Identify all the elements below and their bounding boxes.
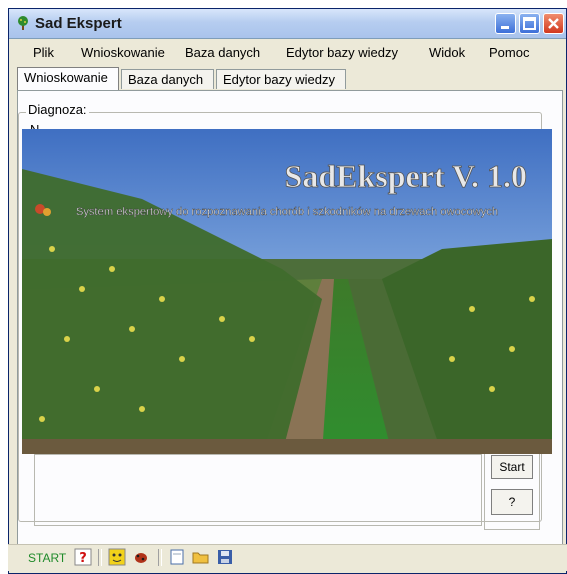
orchard-illustration: SadEkspert V. 1.0 System ekspertowy do r… <box>22 129 552 454</box>
splash-image: SadEkspert V. 1.0 System ekspertowy do r… <box>22 129 552 454</box>
title-bar[interactable]: Sad Ekspert <box>9 9 566 39</box>
toolbar-bottom: START ? <box>8 544 567 571</box>
separator <box>158 549 162 566</box>
menu-plik[interactable]: Plik <box>33 45 54 60</box>
splash-subtitle: System ekspertowy do rozpoznawania choró… <box>76 206 498 218</box>
tab-edytor-bazy-wiedzy[interactable]: Edytor bazy wiedzy <box>216 69 346 89</box>
menu-bar: Plik Wnioskowanie Baza danych Edytor baz… <box>9 40 566 64</box>
tab-strip: Wnioskowanie Baza danych Edytor bazy wie… <box>17 67 557 91</box>
start-status[interactable]: START <box>28 551 66 565</box>
face-icon[interactable] <box>108 548 126 566</box>
splash-title: SadEkspert V. 1.0 <box>285 158 527 194</box>
start-button[interactable]: Start <box>491 455 533 479</box>
menu-wnioskowanie[interactable]: Wnioskowanie <box>81 45 165 60</box>
minimize-button[interactable] <box>495 13 516 34</box>
separator <box>98 549 102 566</box>
question-icon[interactable]: ? <box>74 548 92 566</box>
new-document-icon[interactable] <box>168 548 186 566</box>
window-title: Sad Ekspert <box>35 15 122 32</box>
close-icon <box>548 18 559 29</box>
bug-icon[interactable] <box>132 548 150 566</box>
diagnosis-label: Diagnoza: <box>26 102 89 117</box>
menu-baza-danych[interactable]: Baza danych <box>185 45 260 60</box>
close-button[interactable] <box>543 13 564 34</box>
menu-widok[interactable]: Widok <box>429 45 465 60</box>
svg-text:?: ? <box>79 551 87 566</box>
maximize-icon <box>523 17 536 30</box>
tab-wnioskowanie[interactable]: Wnioskowanie <box>17 67 119 90</box>
menu-pomoc[interactable]: Pomoc <box>489 45 529 60</box>
help-button[interactable]: ? <box>491 489 533 515</box>
menu-edytor-bazy-wiedzy[interactable]: Edytor bazy wiedzy <box>286 45 398 60</box>
tree-icon <box>18 16 28 30</box>
save-disk-icon[interactable] <box>216 548 234 566</box>
minimize-icon <box>501 26 509 29</box>
results-box <box>34 454 482 526</box>
tab-baza-danych[interactable]: Baza danych <box>121 69 214 89</box>
open-folder-icon[interactable] <box>192 548 210 566</box>
maximize-button[interactable] <box>519 13 540 34</box>
